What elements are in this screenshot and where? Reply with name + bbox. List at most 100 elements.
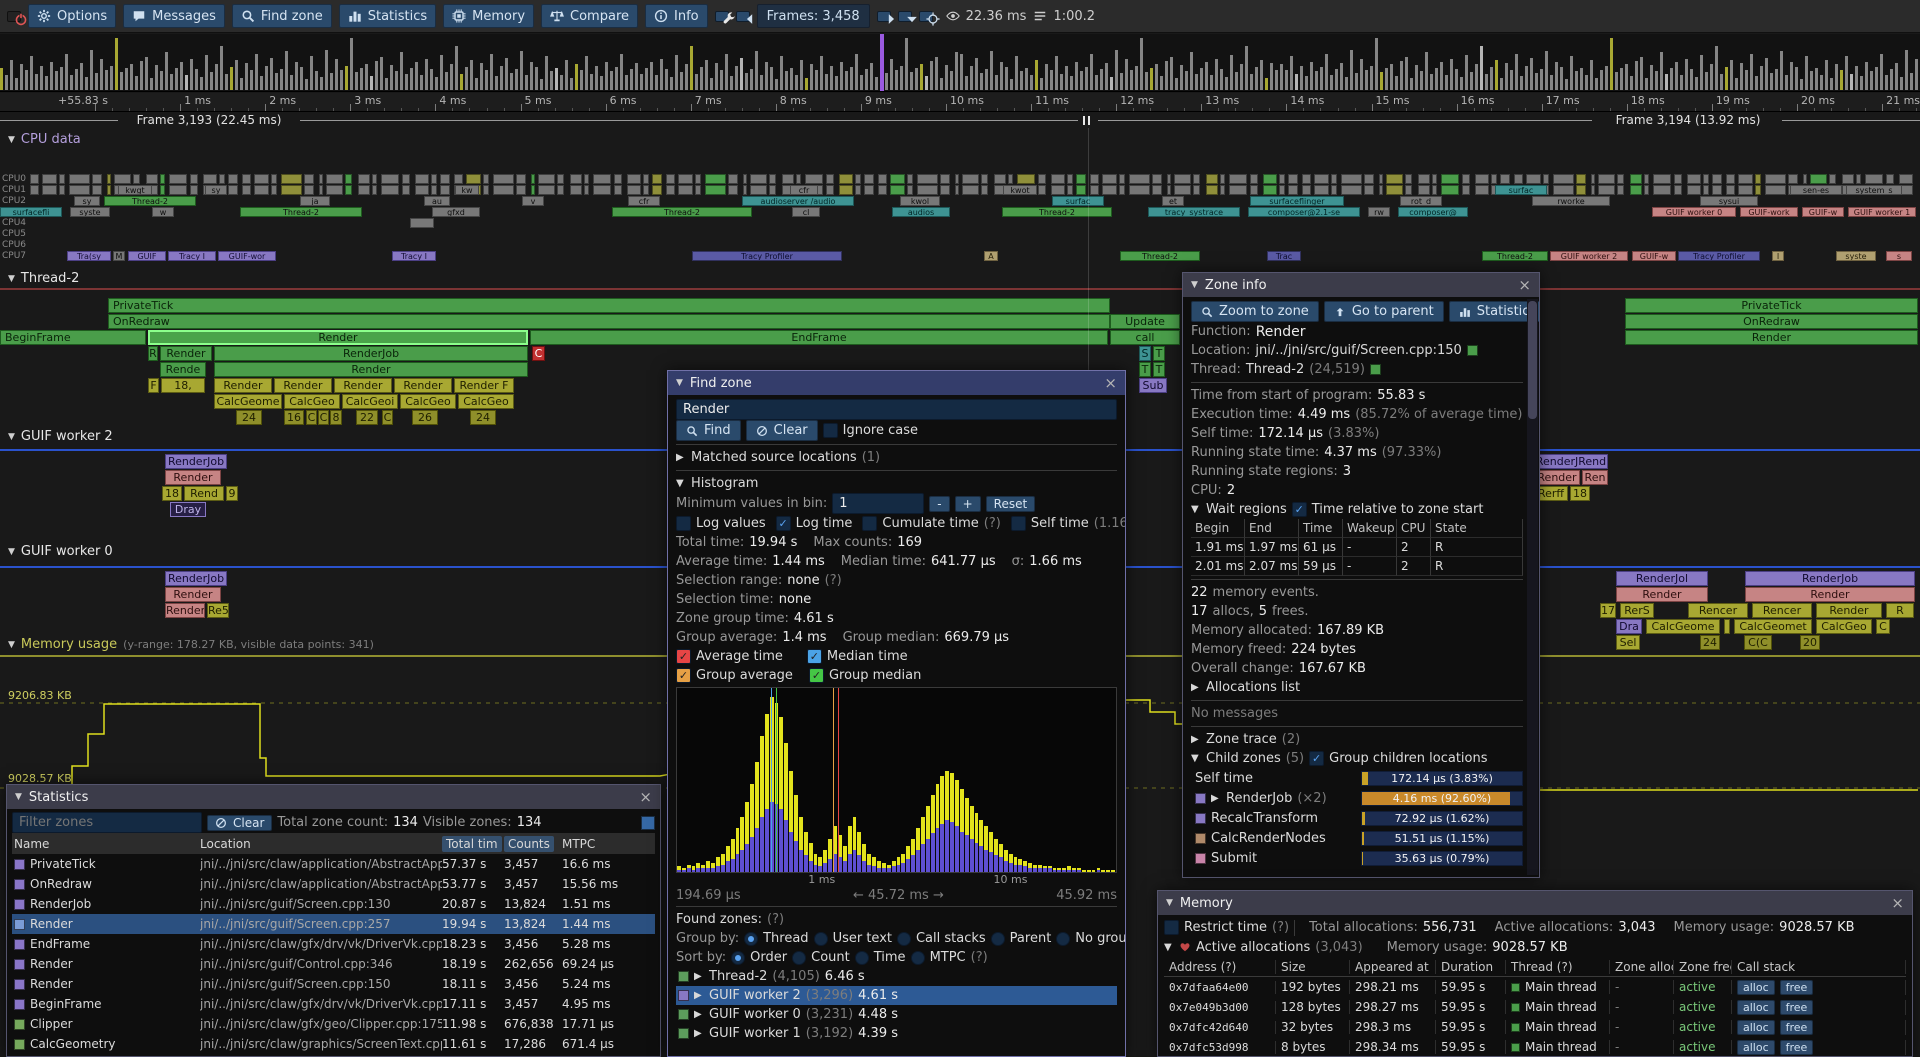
cpu-zone[interactable] [981, 174, 988, 184]
statistics-row[interactable]: PrivateTickjni/../jni/src/claw/applicati… [12, 854, 655, 874]
cpu-zone[interactable] [1653, 174, 1671, 184]
cpu-zone[interactable] [878, 185, 887, 195]
cpu-zone[interactable] [1553, 174, 1574, 184]
cpu-zone[interactable]: surfac [1495, 185, 1547, 195]
thread-row[interactable]: BeginFrameRenderEndFramecallRender [0, 330, 1920, 345]
cpu-zone[interactable] [643, 174, 649, 184]
cpu-zone[interactable]: Tracy I [392, 251, 436, 261]
next-frame-button[interactable] [877, 11, 891, 22]
cpu-zone[interactable] [557, 174, 564, 184]
cpu-zone[interactable] [1644, 174, 1649, 184]
zone[interactable]: 18 [1570, 486, 1590, 501]
cpu-zone[interactable] [1341, 174, 1362, 184]
cpu-zone[interactable] [826, 185, 834, 195]
cpu-zone[interactable]: sysui [1700, 196, 1758, 206]
zone[interactable]: Render [1816, 603, 1882, 618]
column-header[interactable]: Zone free [1674, 960, 1732, 974]
cpu-zone[interactable] [627, 174, 641, 184]
cpu-zone[interactable]: rw [1368, 207, 1390, 217]
cpu-zone[interactable] [1129, 174, 1150, 184]
cpu-zone[interactable] [372, 185, 377, 195]
histogram-toggle[interactable]: ▼Histogram [676, 474, 1117, 493]
zone[interactable]: T [1139, 362, 1151, 377]
zone[interactable]: Render [274, 378, 332, 393]
zone[interactable]: RerS [1620, 603, 1654, 618]
cpu-zone[interactable] [1810, 174, 1827, 184]
cpu-zone[interactable] [1167, 174, 1171, 184]
cpu-zone[interactable] [114, 174, 131, 184]
cpu-zone[interactable] [1432, 185, 1437, 195]
statistics-row[interactable]: BeginFramejni/../jni/src/claw/gfx/drv/vk… [12, 994, 655, 1014]
cpu-zone[interactable]: Tracy Profiler [692, 251, 842, 261]
cpu-zone[interactable]: GUIF-w [1802, 207, 1844, 217]
cpu-zone[interactable]: Thread-2 [104, 196, 196, 206]
cpu-zone[interactable] [415, 174, 429, 184]
column-header[interactable]: Time [1299, 519, 1343, 538]
cpu-zone[interactable]: syste [1836, 251, 1876, 261]
found-zone-group[interactable]: ▶GUIF worker 1(3,192)4.39 s [676, 1024, 1117, 1043]
zone[interactable]: Re5 [207, 603, 229, 618]
cpu-zone[interactable]: GUIF-w [1632, 251, 1676, 261]
cpu-zone[interactable] [1703, 185, 1709, 195]
goto-frame-button[interactable] [919, 11, 933, 22]
cpu-zone[interactable] [1765, 174, 1786, 184]
cpu-zone[interactable] [1314, 174, 1329, 184]
statistics-row[interactable]: OnRedrawjni/../jni/src/claw/application/… [12, 874, 655, 894]
cpu-zone[interactable] [907, 185, 913, 195]
cpu-zone[interactable] [169, 174, 187, 184]
cpu-zone[interactable] [593, 185, 611, 195]
zone[interactable]: 24 [236, 410, 262, 425]
cpu-zone[interactable] [107, 185, 111, 195]
cpu-zone[interactable] [1526, 174, 1541, 184]
cpu-zone[interactable]: syste [70, 207, 110, 217]
cpu-zone[interactable] [160, 185, 165, 195]
cpu-zone[interactable] [358, 185, 370, 195]
cpu-zone[interactable] [1206, 185, 1218, 195]
zone[interactable]: CalcGeomet [1734, 619, 1812, 634]
cpu-zone[interactable] [1630, 174, 1642, 184]
cpu-row[interactable]: kwgtsykwcfrkwotsurfacsen-essystem_s [0, 185, 1920, 195]
cpu-zone[interactable] [466, 174, 481, 184]
cpu-zone[interactable]: gfxd [432, 207, 480, 217]
time-relative-checkbox[interactable]: ✓ [1292, 502, 1307, 517]
zone[interactable]: CalcGeo [458, 394, 514, 409]
cpu-zone[interactable] [493, 174, 514, 184]
average-time-checkbox[interactable]: ✓ [676, 649, 691, 664]
zone[interactable]: Ren [1582, 470, 1608, 485]
cpu-zone[interactable]: Tracy Profiler [1678, 251, 1760, 261]
zone[interactable]: Render [148, 330, 528, 345]
cpu-zone[interactable]: tracy_systrace [1148, 207, 1240, 217]
find-zone-titlebar[interactable]: ▼Find zone× [668, 371, 1125, 395]
cpu-zone[interactable] [516, 185, 526, 195]
cpu-zone[interactable] [652, 174, 662, 184]
cpu-zone[interactable] [1856, 174, 1861, 184]
cpu-zone[interactable] [1206, 174, 1218, 184]
cpu-data-section-label[interactable]: ▼CPU data [8, 132, 81, 147]
allocations-list-toggle[interactable]: ▶Allocations list [1191, 678, 1523, 697]
column-header[interactable]: Size [1276, 960, 1350, 974]
cpu-zone[interactable] [242, 174, 251, 184]
cpu-zone[interactable]: au [424, 196, 450, 206]
cpu-zone[interactable] [69, 174, 90, 184]
cpu-zone[interactable] [1193, 185, 1200, 195]
free-callstack-button[interactable]: free [1780, 1020, 1814, 1035]
column-header[interactable]: CPU [1397, 519, 1431, 538]
cpu-zone[interactable]: rot_d [1400, 196, 1442, 206]
thread2-section-label[interactable]: ▼Thread-2 [8, 271, 79, 286]
cpu-zone[interactable] [326, 174, 343, 184]
cpu-zone[interactable] [1090, 174, 1099, 184]
cpu-zone[interactable]: ja [300, 196, 330, 206]
cpu-zone[interactable]: composer@2.1-se [1248, 207, 1360, 217]
zone[interactable]: Render [165, 470, 221, 485]
cpu-zone[interactable] [69, 185, 90, 195]
column-header[interactable]: Begin [1191, 519, 1245, 538]
cpu-zone[interactable] [796, 174, 801, 184]
zone[interactable]: Render [1745, 587, 1915, 602]
zone[interactable]: Render [1616, 587, 1708, 602]
alloc-callstack-button[interactable]: alloc [1737, 1040, 1775, 1055]
zone[interactable]: CalcGeome [1646, 619, 1720, 634]
collapse-icon[interactable]: ▼ [1166, 898, 1173, 908]
statistics-button[interactable]: Statistics [339, 4, 436, 28]
cpu-zone[interactable] [1314, 185, 1329, 195]
cpu-zone[interactable]: A [984, 251, 998, 261]
